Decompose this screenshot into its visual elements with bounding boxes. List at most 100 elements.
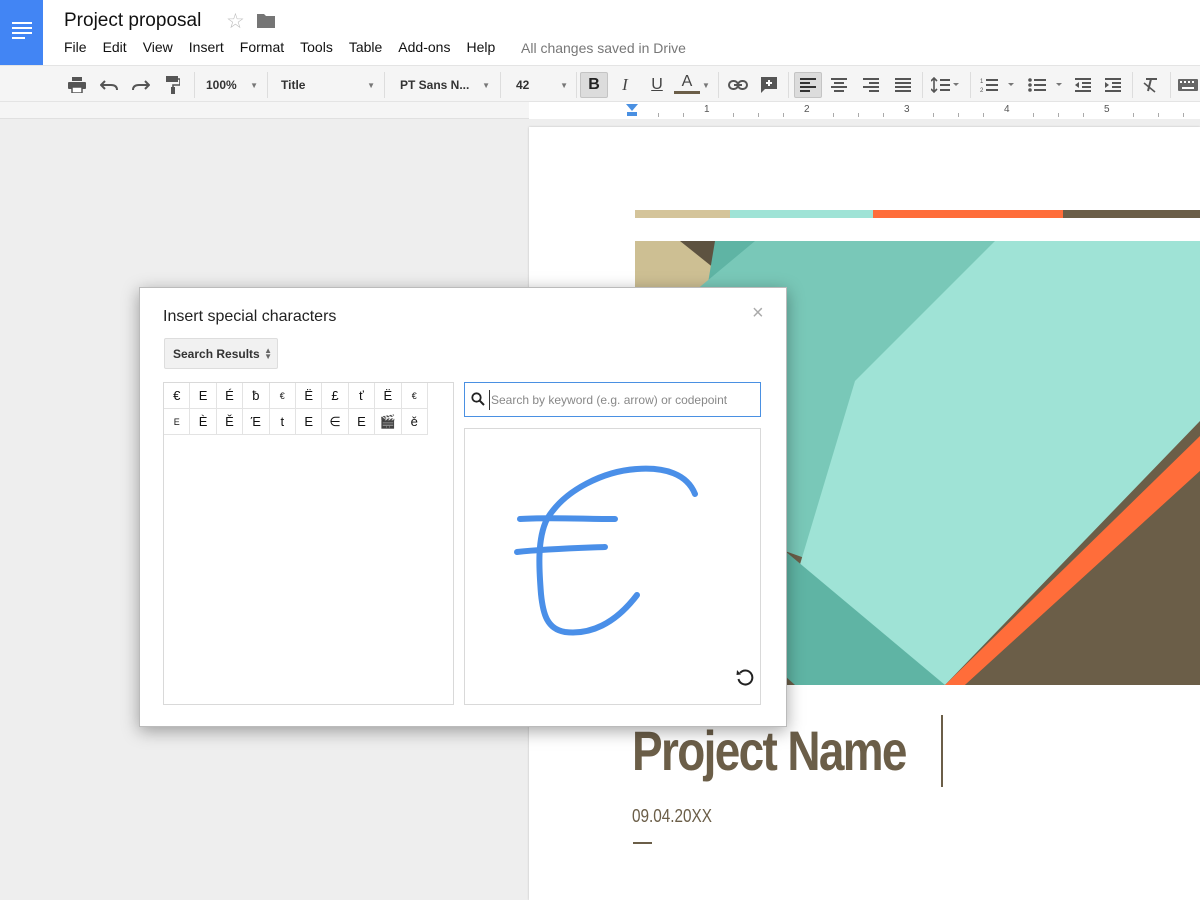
align-center-icon[interactable] (826, 72, 852, 98)
font-size-value: 42 (516, 78, 530, 92)
ruler-mark: 2 (804, 104, 810, 115)
horizontal-ruler[interactable]: 1 2 3 4 5 (0, 102, 1200, 119)
ruler-mark: 3 (904, 104, 910, 115)
character-cell[interactable]: E (348, 409, 376, 435)
character-cell[interactable]: € (164, 383, 191, 409)
menu-format[interactable]: Format (240, 39, 284, 55)
style-select[interactable]: Title ▼ (271, 72, 381, 98)
document-date[interactable]: 09.04.20XX (632, 806, 712, 827)
character-cell[interactable]: Ë (295, 383, 323, 409)
menu-help[interactable]: Help (466, 39, 495, 55)
ruler-tick (858, 113, 859, 117)
increase-indent-icon[interactable] (1100, 72, 1126, 98)
character-cell[interactable]: É (216, 383, 244, 409)
ruler-mark: 1 (704, 104, 710, 115)
strip-segment (873, 210, 1063, 218)
print-icon[interactable] (64, 72, 90, 98)
character-cell[interactable]: ∈ (322, 409, 349, 435)
ruler-tick (1133, 113, 1134, 117)
character-cell[interactable]: E (190, 383, 217, 409)
save-status[interactable]: All changes saved in Drive (521, 40, 686, 56)
menu-table[interactable]: Table (349, 39, 382, 55)
italic-button[interactable]: I (612, 72, 638, 98)
chevron-down-icon[interactable]: ▼ (700, 72, 712, 98)
star-icon[interactable]: ☆ (226, 9, 245, 34)
menu-edit[interactable]: Edit (103, 39, 127, 55)
svg-text:2: 2 (980, 88, 984, 93)
menu-addons[interactable]: Add-ons (398, 39, 450, 55)
category-select[interactable]: Search Results ▲ ▼ (164, 338, 278, 369)
chevron-down-icon: ▼ (250, 81, 258, 90)
align-left-icon[interactable] (794, 72, 822, 98)
character-cell[interactable]: ƀ (243, 383, 270, 409)
ruler-tick (1183, 113, 1184, 117)
add-comment-icon[interactable] (756, 72, 782, 98)
ruler-tick (1158, 113, 1159, 117)
document-title[interactable]: Project proposal (64, 10, 201, 32)
strip-segment (730, 210, 873, 218)
search-input[interactable] (489, 390, 755, 410)
character-cell[interactable]: È (190, 409, 217, 435)
menu-tools[interactable]: Tools (300, 39, 333, 55)
menu-insert[interactable]: Insert (189, 39, 224, 55)
character-cell[interactable]: £ (322, 383, 349, 409)
decrease-indent-icon[interactable] (1070, 72, 1096, 98)
clear-formatting-icon[interactable] (1138, 72, 1164, 98)
character-cell[interactable]: 🎬 (375, 409, 402, 435)
character-cell[interactable]: Ě (216, 409, 244, 435)
bulleted-list-icon[interactable] (1024, 72, 1066, 98)
reset-drawing-icon[interactable] (736, 669, 754, 687)
zoom-select[interactable]: 100% ▼ (198, 72, 264, 98)
ruler-tick (733, 113, 734, 117)
character-grid: € E Éƀ € Ë £ ť Ë € E È Ě Έt E ∈ E 🎬 ě (164, 383, 453, 435)
docs-home-icon[interactable] (0, 0, 43, 65)
ruler-tick (1033, 113, 1034, 117)
handwriting-canvas[interactable] (464, 428, 761, 705)
undo-icon[interactable] (96, 72, 122, 98)
justify-icon[interactable] (890, 72, 916, 98)
paint-format-icon[interactable] (160, 72, 186, 98)
character-cell[interactable]: Έ (243, 409, 270, 435)
search-icon (471, 392, 485, 406)
chevron-down-icon: ▼ (560, 81, 568, 90)
search-box[interactable] (464, 382, 761, 417)
strip-segment (1063, 210, 1200, 218)
drawn-euro-stroke (514, 465, 698, 636)
character-cell[interactable]: € (269, 383, 296, 409)
menu-file[interactable]: File (64, 39, 87, 55)
character-cell[interactable]: t (269, 409, 296, 435)
line-spacing-icon[interactable] (926, 72, 964, 98)
close-icon[interactable]: × (752, 302, 764, 325)
align-right-icon[interactable] (858, 72, 884, 98)
character-cell[interactable]: ě (401, 409, 428, 435)
folder-icon[interactable] (257, 13, 275, 28)
header-color-strip (635, 210, 1200, 218)
left-indent-handle[interactable] (627, 112, 637, 116)
bold-button[interactable]: B (580, 72, 608, 98)
font-size-select[interactable]: 42 ▼ (504, 72, 574, 98)
menu-view[interactable]: View (143, 39, 173, 55)
character-cell[interactable]: ť (348, 383, 376, 409)
zoom-value: 100% (206, 78, 237, 92)
text-color-button[interactable]: A (674, 72, 700, 94)
redo-icon[interactable] (128, 72, 154, 98)
character-cell[interactable]: E (164, 409, 191, 435)
dialog-title: Insert special characters (163, 308, 337, 325)
keyboard-icon[interactable] (1176, 72, 1200, 98)
chevron-down-icon: ▼ (482, 81, 490, 90)
character-cell[interactable]: E (295, 409, 323, 435)
numbered-list-icon[interactable]: 12 (976, 72, 1018, 98)
underline-button[interactable]: U (644, 72, 670, 98)
ruler-tick (1058, 113, 1059, 117)
character-cell[interactable]: € (401, 383, 428, 409)
project-name-heading[interactable]: Project Name (632, 718, 907, 783)
ruler-tick (1083, 113, 1084, 117)
character-cell[interactable]: Ë (375, 383, 402, 409)
font-select[interactable]: PT Sans N... ▼ (388, 72, 496, 98)
ruler-tick (758, 113, 759, 117)
up-down-arrows-icon: ▲ ▼ (264, 346, 272, 361)
style-value: Title (281, 78, 306, 92)
link-icon[interactable] (724, 72, 752, 98)
category-value: Search Results (173, 346, 260, 361)
first-line-indent-handle[interactable] (626, 104, 638, 111)
